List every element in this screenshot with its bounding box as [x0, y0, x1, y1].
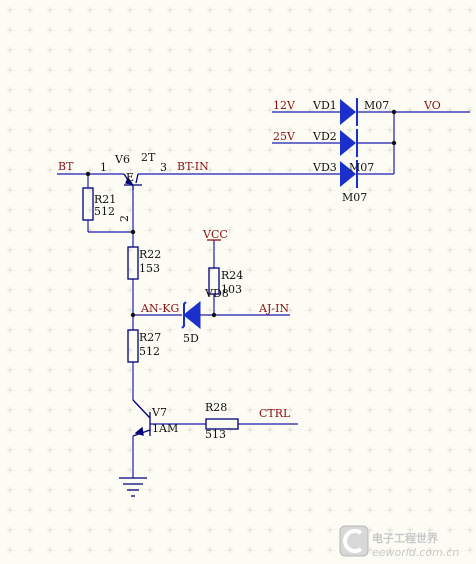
- net-label-vcc: VCC: [202, 228, 228, 241]
- eeworld-logo-icon: [339, 525, 369, 557]
- junction-dot: [391, 140, 397, 146]
- net-label-an-kg: AN-KG: [140, 302, 179, 315]
- watermark-title: 电子工程世界: [372, 531, 438, 545]
- net-label-12v: 12V: [273, 99, 296, 112]
- r28-ref: R28: [205, 401, 227, 414]
- v7-ref: V7: [151, 406, 167, 419]
- schematic-canvas: BT BT-IN VCC AN-KG AJ-IN CTRL 12V 25V VO…: [0, 0, 476, 564]
- junction-dot: [130, 312, 136, 318]
- net-label-aj-in: AJ-IN: [258, 302, 289, 315]
- vd8-ref: VD8: [204, 287, 229, 300]
- net-label-bt: BT: [58, 160, 74, 173]
- junction-dot: [130, 229, 136, 235]
- v6-pin1: 1: [100, 161, 107, 174]
- v6-pin2: 2: [118, 215, 131, 222]
- net-label-ctrl: CTRL: [259, 407, 291, 420]
- v7-value: 1AM: [152, 422, 178, 435]
- vd1-value: M07: [364, 99, 389, 112]
- v6-pin3: 3: [160, 161, 167, 174]
- vd3-ref: VD3: [312, 161, 337, 174]
- net-label-25v: 25V: [273, 130, 296, 143]
- r27-ref: R27: [139, 331, 161, 344]
- r22-value: 153: [139, 262, 160, 275]
- r22-ref: R22: [139, 248, 161, 261]
- junction-dot: [85, 171, 91, 177]
- net-label-vo: VO: [423, 99, 441, 112]
- r27-value: 512: [139, 345, 160, 358]
- net-label-bt-in: BT-IN: [177, 160, 209, 173]
- v6-emitter-mark: E: [126, 171, 134, 184]
- v6-ref: V6: [114, 153, 130, 166]
- vd3-value: M07: [349, 161, 374, 174]
- r28-value: 513: [205, 428, 226, 441]
- r21-value: 512: [94, 205, 115, 218]
- vd8-value: 5D: [183, 332, 199, 345]
- vd2-ref: VD2: [312, 130, 337, 143]
- r24-ref: R24: [221, 269, 243, 282]
- vd1-ref: VD1: [312, 99, 337, 112]
- junction-dot: [391, 109, 397, 115]
- grid-background: [0, 0, 476, 564]
- vd3-value-below: M07: [342, 191, 367, 204]
- watermark-url: eeworld.com.cn: [372, 546, 459, 559]
- v6-value: 2T: [141, 151, 156, 164]
- junction-dot: [211, 312, 217, 318]
